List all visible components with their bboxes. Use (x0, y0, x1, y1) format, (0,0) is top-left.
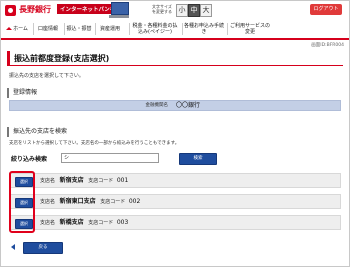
logout-button[interactable]: ログアウト (310, 4, 342, 15)
font-size-medium-button[interactable]: 中 (188, 4, 200, 17)
branch-code: 002 (128, 198, 141, 205)
bank-name: 長野銀行 (19, 5, 51, 14)
screen-id: 画面ID:BFR004 (311, 43, 344, 48)
header: 長野銀行 インターネットバンキング 文字サイズを変更する 小 中 大 ログアウト (1, 1, 349, 20)
nav-pay-easy[interactable]: 税金・各種料金の払込み(ペイジー) (131, 20, 179, 38)
branch-code-label: 支店コード (100, 199, 126, 205)
branch-row: 選択 支店名 新宿東口支店 支店コード 002 (9, 194, 341, 209)
nav-home[interactable]: ホーム (3, 20, 31, 38)
page-title: 振込前都度登録(支店選択) (7, 51, 343, 66)
bank-logo-icon (5, 5, 16, 16)
branch-name: 新宿東口支店 (59, 198, 96, 205)
bank-value: 〇〇銀行 (176, 102, 201, 109)
computer-icon (109, 2, 129, 18)
nav-service-change[interactable]: ご利用サービスの変更 (229, 20, 271, 38)
branch-name-label: 支店名 (40, 178, 56, 184)
font-size-small-button[interactable]: 小 (176, 4, 188, 17)
search-heading: 振込先の支店を検索 (7, 127, 343, 137)
registration-row: 金融機関名 〇〇銀行 (9, 100, 341, 111)
search-input[interactable]: シ (61, 153, 159, 163)
nav-divider (129, 23, 130, 35)
branch-code-label: 支店コード (88, 178, 114, 184)
branch-name: 新橋支店 (59, 219, 84, 226)
font-size-large-button[interactable]: 大 (200, 4, 212, 17)
refine-search-label: 絞り込み検索 (11, 156, 48, 163)
nav-asset-management[interactable]: 資産運用 (96, 20, 124, 38)
branch-info: 支店名 新橋支店 支店コード 003 (40, 216, 128, 229)
nav-home-label: ホーム (13, 26, 28, 32)
branch-code-label: 支店コード (88, 220, 114, 226)
home-icon (6, 26, 13, 30)
branch-info: 支店名 新宿支店 支店コード 001 (40, 174, 128, 187)
back-button[interactable]: 戻る (23, 242, 63, 254)
branch-code: 001 (116, 177, 129, 184)
main-nav: ホーム 口座情報 振込・振替 資産運用 税金・各種料金の払込み(ペイジー) 各種… (1, 20, 349, 40)
page-frame: 長野銀行 インターネットバンキング 文字サイズを変更する 小 中 大 ログアウト… (0, 0, 350, 267)
branch-name-label: 支店名 (40, 199, 56, 205)
registration-heading: 登録情報 (7, 88, 343, 98)
branch-name-label: 支店名 (40, 220, 56, 226)
branch-info: 支店名 新宿東口支店 支店コード 002 (40, 195, 140, 208)
search-description: 支店をリストから選択して下さい。支店名の一部から絞込みを行うこともできます。 (9, 141, 180, 146)
branch-name: 新宿支店 (59, 177, 84, 184)
font-size-label: 文字サイズを変更する (152, 4, 172, 14)
nav-applications[interactable]: 各種お申込み手続き (184, 20, 224, 38)
search-button[interactable]: 検索 (179, 153, 217, 165)
branch-row: 選択 支店名 新橋支店 支店コード 003 (9, 215, 341, 230)
nav-transfer[interactable]: 振込・振替 (65, 20, 93, 38)
back-arrow-icon (11, 244, 15, 250)
nav-divider (182, 23, 183, 35)
select-buttons-highlight (9, 171, 35, 233)
branch-code: 003 (116, 219, 129, 226)
page-instruction: 振込先の支店を選択して下さい。 (9, 73, 84, 79)
nav-divider (227, 23, 228, 35)
bank-label: 金融機関名 (145, 103, 169, 108)
branch-row: 選択 支店名 新宿支店 支店コード 001 (9, 173, 341, 188)
nav-account-info[interactable]: 口座情報 (34, 20, 62, 38)
